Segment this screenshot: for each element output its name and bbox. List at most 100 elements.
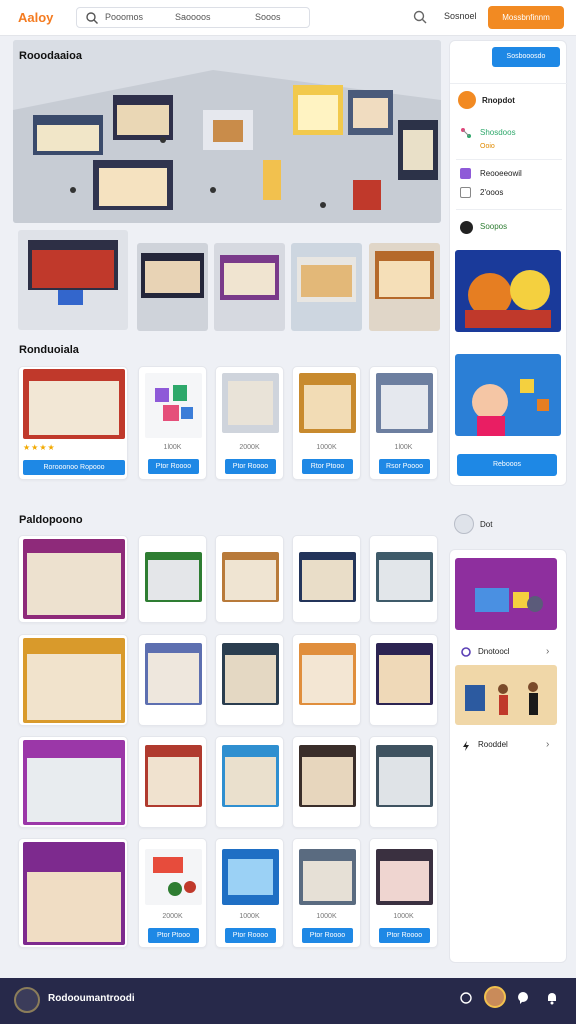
hero-mall-image bbox=[13, 40, 441, 223]
search-icon[interactable] bbox=[412, 9, 428, 25]
grid-card[interactable]: 1000K Ptor Roooo bbox=[292, 838, 361, 948]
calendar-icon bbox=[460, 168, 471, 179]
grid-card[interactable] bbox=[18, 736, 128, 828]
sidebar-item-2[interactable]: Reooeeowil bbox=[480, 169, 522, 178]
grid-card[interactable] bbox=[369, 736, 438, 828]
card-image bbox=[23, 842, 125, 945]
user-avatar[interactable] bbox=[454, 514, 474, 534]
search-tab-2[interactable]: Saoooos bbox=[175, 12, 211, 22]
grid-card[interactable] bbox=[292, 736, 361, 828]
grid-card[interactable] bbox=[369, 535, 438, 623]
sidebar-cta-button[interactable]: Rebooos bbox=[457, 454, 557, 476]
section-title-popular: Paldopoono bbox=[19, 514, 83, 526]
product-card[interactable]: ★★★★ Rorooonoo Ropooo bbox=[18, 366, 128, 480]
card-price: 1000K bbox=[316, 913, 337, 920]
product-card[interactable]: 2000K Ptor Roooo bbox=[215, 366, 284, 480]
card-image bbox=[222, 849, 279, 905]
grid-card[interactable]: 1000K Ptor Roooo bbox=[215, 838, 284, 948]
chevron-right-icon[interactable]: › bbox=[546, 646, 549, 657]
card-button[interactable]: Rtor Ptooo bbox=[302, 459, 353, 474]
card-image bbox=[376, 849, 433, 905]
gallery-thumb-3[interactable] bbox=[214, 243, 285, 331]
card-button[interactable]: Ptor Roooo bbox=[379, 928, 430, 943]
card-button[interactable]: Ptor Roooo bbox=[225, 459, 276, 474]
gallery-thumb-2[interactable] bbox=[137, 243, 208, 331]
sidebar-item-3[interactable]: Soopos bbox=[480, 222, 507, 231]
grid-card[interactable] bbox=[138, 535, 207, 623]
promo-banner-2[interactable] bbox=[455, 354, 561, 436]
footer-logo[interactable] bbox=[14, 987, 40, 1013]
card-image bbox=[145, 849, 202, 905]
card-button[interactable]: Ptor Roooo bbox=[302, 928, 353, 943]
sidebar-item-1[interactable]: Shosdoos bbox=[480, 128, 516, 137]
card-image bbox=[145, 745, 202, 807]
logo-text: Aaloy bbox=[18, 10, 54, 25]
card-image bbox=[23, 369, 125, 439]
grid-card[interactable] bbox=[292, 535, 361, 623]
section-title-featured: Ronduoiala bbox=[19, 344, 79, 356]
grid-card[interactable] bbox=[215, 736, 284, 828]
card-image bbox=[376, 373, 433, 433]
divider bbox=[456, 209, 562, 210]
right-sidebar-secondary: Dnotoocl › Rooddel › bbox=[449, 549, 567, 963]
search-tab-3[interactable]: Sooos bbox=[255, 12, 281, 22]
product-card[interactable]: 1000K Rtor Ptooo bbox=[292, 366, 361, 480]
card-image bbox=[145, 552, 202, 602]
card-button[interactable]: Rsor Poooo bbox=[379, 459, 430, 474]
sidebar2-item-1[interactable]: Dnotoocl bbox=[478, 647, 510, 656]
card-button[interactable]: Ptor Roooo bbox=[225, 928, 276, 943]
header-cta-button[interactable]: Mossbnfinnm bbox=[488, 6, 564, 29]
card-button[interactable]: Rorooonoo Ropooo bbox=[23, 460, 125, 475]
card-image bbox=[376, 552, 433, 602]
product-card[interactable]: 1l00K Rsor Poooo bbox=[369, 366, 438, 480]
card-price: 1000K bbox=[239, 913, 260, 920]
grid-card[interactable] bbox=[18, 535, 128, 623]
grid-card[interactable]: 1000K Ptor Roooo bbox=[369, 838, 438, 948]
search-bar[interactable]: Pooomos Saoooos Sooos bbox=[76, 7, 310, 28]
gallery-thumb-5[interactable] bbox=[369, 243, 440, 331]
card-image bbox=[145, 373, 202, 438]
divider bbox=[450, 83, 568, 84]
promo-banner-4[interactable] bbox=[455, 665, 557, 725]
sidebar-item-1-sub: Ooio bbox=[480, 143, 495, 150]
chat-icon[interactable] bbox=[515, 990, 531, 1006]
grid-card[interactable] bbox=[138, 634, 207, 726]
chevron-right-icon[interactable]: › bbox=[546, 739, 549, 750]
grid-card[interactable]: 2000K Ptor Ptooo bbox=[138, 838, 207, 948]
grid-card[interactable] bbox=[369, 634, 438, 726]
card-image bbox=[376, 643, 433, 705]
card-button[interactable]: Ptor Roooo bbox=[148, 459, 199, 474]
card-image bbox=[145, 643, 202, 705]
gallery-thumb-4[interactable] bbox=[291, 243, 362, 331]
card-image bbox=[222, 643, 279, 705]
product-card[interactable]: 1l00K Ptor Roooo bbox=[138, 366, 207, 480]
search-tab-1[interactable]: Pooomos bbox=[105, 12, 143, 22]
sidebar-top-button[interactable]: Sosbooosdo bbox=[492, 47, 560, 67]
promo-banner-3[interactable] bbox=[455, 558, 557, 630]
promo-banner-1[interactable] bbox=[455, 250, 561, 332]
link-icon bbox=[461, 647, 471, 657]
user-avatar[interactable] bbox=[484, 986, 506, 1008]
card-price: 1000K bbox=[316, 444, 337, 451]
card-image bbox=[23, 740, 125, 825]
header-link[interactable]: Sosnoel bbox=[444, 11, 477, 21]
card-image bbox=[299, 643, 356, 705]
home-icon[interactable] bbox=[458, 990, 474, 1006]
bell-icon[interactable] bbox=[544, 990, 560, 1006]
grid-card[interactable] bbox=[18, 634, 128, 726]
grid-card[interactable] bbox=[18, 838, 128, 948]
grid-card[interactable] bbox=[215, 535, 284, 623]
card-price: 2000K bbox=[239, 444, 260, 451]
app-logo[interactable]: Aaloy bbox=[18, 10, 53, 25]
card-button[interactable]: Ptor Ptooo bbox=[148, 928, 199, 943]
card-image bbox=[299, 373, 356, 433]
card-image bbox=[299, 849, 356, 905]
grid-card[interactable] bbox=[138, 736, 207, 828]
grid-card[interactable] bbox=[215, 634, 284, 726]
sidebar2-item-2[interactable]: Rooddel bbox=[478, 740, 508, 749]
gallery-thumb-1[interactable] bbox=[18, 230, 128, 330]
profile-icon bbox=[458, 91, 476, 109]
card-price: 1000K bbox=[393, 913, 414, 920]
grid-card[interactable] bbox=[292, 634, 361, 726]
sidebar-profile[interactable]: Rnopdot bbox=[482, 96, 515, 105]
